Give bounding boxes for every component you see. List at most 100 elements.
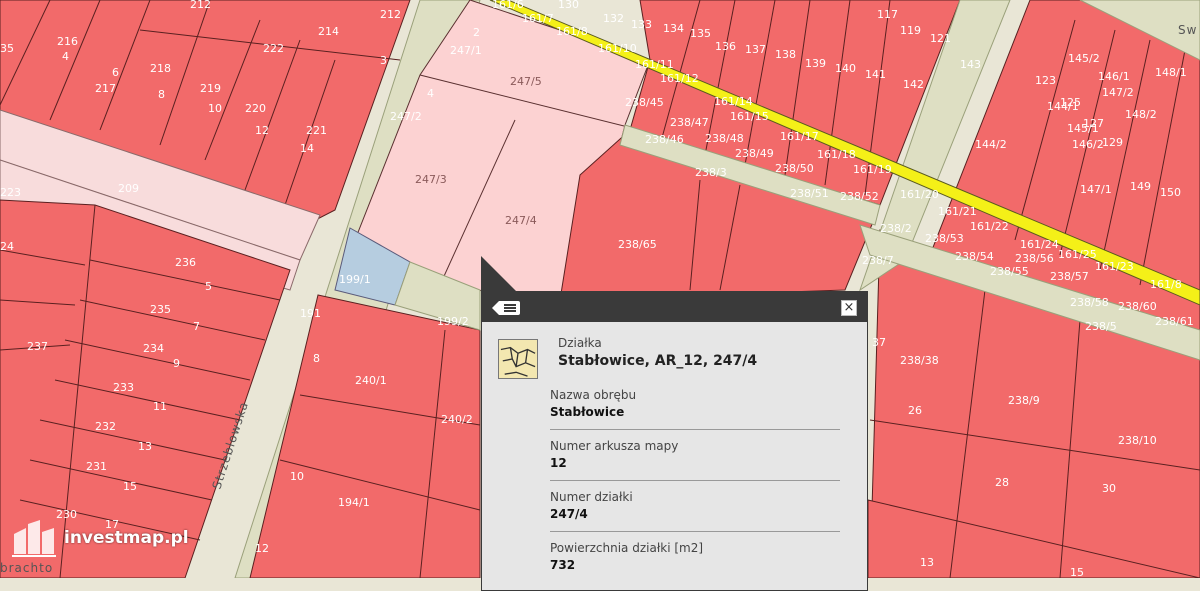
svg-text:24: 24 <box>0 240 14 253</box>
svg-text:247/3: 247/3 <box>415 173 447 186</box>
svg-text:161/21: 161/21 <box>938 205 977 218</box>
svg-text:146/1: 146/1 <box>1098 70 1130 83</box>
svg-text:161/25: 161/25 <box>1058 248 1097 261</box>
svg-text:161/8: 161/8 <box>556 25 588 38</box>
popup-title: Stabłowice, AR_12, 247/4 <box>558 353 758 369</box>
svg-text:2: 2 <box>473 26 480 39</box>
investmap-watermark: investmap.pl <box>10 518 189 558</box>
svg-text:247/2: 247/2 <box>390 110 422 123</box>
svg-text:238/46: 238/46 <box>645 133 684 146</box>
svg-text:238/7: 238/7 <box>862 254 894 267</box>
svg-text:219: 219 <box>200 82 221 95</box>
svg-text:238/38: 238/38 <box>900 354 939 367</box>
svg-text:237: 237 <box>27 340 48 353</box>
svg-text:238/50: 238/50 <box>775 162 814 175</box>
svg-text:8: 8 <box>158 88 165 101</box>
svg-text:161/10: 161/10 <box>598 42 637 55</box>
svg-text:15: 15 <box>1070 566 1084 578</box>
svg-text:161/11: 161/11 <box>635 58 674 71</box>
svg-text:238/56: 238/56 <box>1015 252 1054 265</box>
parcel-map-icon <box>498 339 538 379</box>
svg-text:28: 28 <box>995 476 1009 489</box>
svg-text:141: 141 <box>865 68 886 81</box>
street-label-brachto: brachto <box>0 561 53 575</box>
svg-text:238/58: 238/58 <box>1070 296 1109 309</box>
svg-text:5: 5 <box>205 280 212 293</box>
svg-text:117: 117 <box>877 8 898 21</box>
popup-body: Działka Stabłowice, AR_12, 247/4 Nazwa o… <box>482 322 867 582</box>
svg-text:12: 12 <box>255 124 269 137</box>
svg-text:8: 8 <box>313 352 320 365</box>
svg-text:238/60: 238/60 <box>1118 300 1157 313</box>
svg-text:161/14: 161/14 <box>714 95 753 108</box>
svg-text:218: 218 <box>150 62 171 75</box>
svg-text:133: 133 <box>631 18 652 31</box>
svg-text:3: 3 <box>380 54 387 67</box>
svg-text:15: 15 <box>123 480 137 493</box>
svg-text:238/53: 238/53 <box>925 232 964 245</box>
svg-text:144/2: 144/2 <box>975 138 1007 151</box>
svg-text:137: 137 <box>745 43 766 56</box>
field-powierzchnia: Powierzchnia działki [m2] 732 <box>550 532 840 582</box>
svg-text:13: 13 <box>920 556 934 569</box>
svg-text:231: 231 <box>86 460 107 473</box>
field-label: Numer arkusza mapy <box>550 439 679 453</box>
watermark-text: investmap.pl <box>64 528 189 548</box>
svg-text:217: 217 <box>95 82 116 95</box>
svg-text:238/47: 238/47 <box>670 116 709 129</box>
svg-text:14: 14 <box>300 142 314 155</box>
svg-text:161/7: 161/7 <box>522 12 554 25</box>
svg-text:30: 30 <box>1102 482 1116 495</box>
svg-text:240/1: 240/1 <box>355 374 387 387</box>
svg-text:161/17: 161/17 <box>780 130 819 143</box>
field-value: 12 <box>550 456 567 470</box>
svg-text:238/55: 238/55 <box>990 265 1029 278</box>
svg-text:222: 222 <box>263 42 284 55</box>
svg-text:238/51: 238/51 <box>790 187 829 200</box>
field-label: Nazwa obrębu <box>550 388 637 402</box>
svg-text:161/20: 161/20 <box>900 188 939 201</box>
svg-text:134: 134 <box>663 22 684 35</box>
svg-text:145/2: 145/2 <box>1068 52 1100 65</box>
svg-text:142: 142 <box>903 78 924 91</box>
svg-text:238/3: 238/3 <box>695 166 727 179</box>
field-numer-arkusza: Numer arkusza mapy 12 <box>550 430 840 481</box>
svg-text:13: 13 <box>138 440 152 453</box>
svg-text:37: 37 <box>872 336 886 349</box>
svg-text:11: 11 <box>153 400 167 413</box>
svg-text:238/61: 238/61 <box>1155 315 1194 328</box>
field-numer-dzialki: Numer działki 247/4 <box>550 481 840 532</box>
svg-text:247/1: 247/1 <box>450 44 482 57</box>
svg-text:238/52: 238/52 <box>840 190 879 203</box>
svg-text:129: 129 <box>1102 136 1123 149</box>
svg-text:161/8: 161/8 <box>1150 278 1182 291</box>
svg-text:135: 135 <box>690 27 711 40</box>
field-nazwa-obrebu: Nazwa obrębu Stabłowice <box>550 379 840 430</box>
svg-text:161/22: 161/22 <box>970 220 1009 233</box>
close-icon[interactable]: × <box>841 300 857 316</box>
svg-text:149: 149 <box>1130 180 1151 193</box>
svg-text:238/9: 238/9 <box>1008 394 1040 407</box>
svg-text:212: 212 <box>190 0 211 11</box>
svg-text:161/24: 161/24 <box>1020 238 1059 251</box>
popup-type-label: Działka <box>558 336 602 350</box>
svg-text:233: 233 <box>113 381 134 394</box>
list-icon[interactable] <box>492 301 520 315</box>
svg-text:220: 220 <box>245 102 266 115</box>
svg-text:7: 7 <box>193 320 200 333</box>
svg-text:199/2: 199/2 <box>437 315 469 328</box>
svg-text:247/4: 247/4 <box>505 214 537 227</box>
svg-text:216: 216 <box>57 35 78 48</box>
svg-text:138: 138 <box>775 48 796 61</box>
svg-text:238/65: 238/65 <box>618 238 657 251</box>
field-value: 732 <box>550 558 576 572</box>
svg-text:6: 6 <box>112 66 119 79</box>
svg-text:10: 10 <box>208 102 222 115</box>
field-value: 247/4 <box>550 507 588 521</box>
investmap-logo-icon <box>12 520 56 557</box>
svg-text:240/2: 240/2 <box>441 413 473 426</box>
svg-text:9: 9 <box>173 357 180 370</box>
svg-text:139: 139 <box>805 57 826 70</box>
svg-text:119: 119 <box>900 24 921 37</box>
svg-text:209: 209 <box>118 182 139 195</box>
